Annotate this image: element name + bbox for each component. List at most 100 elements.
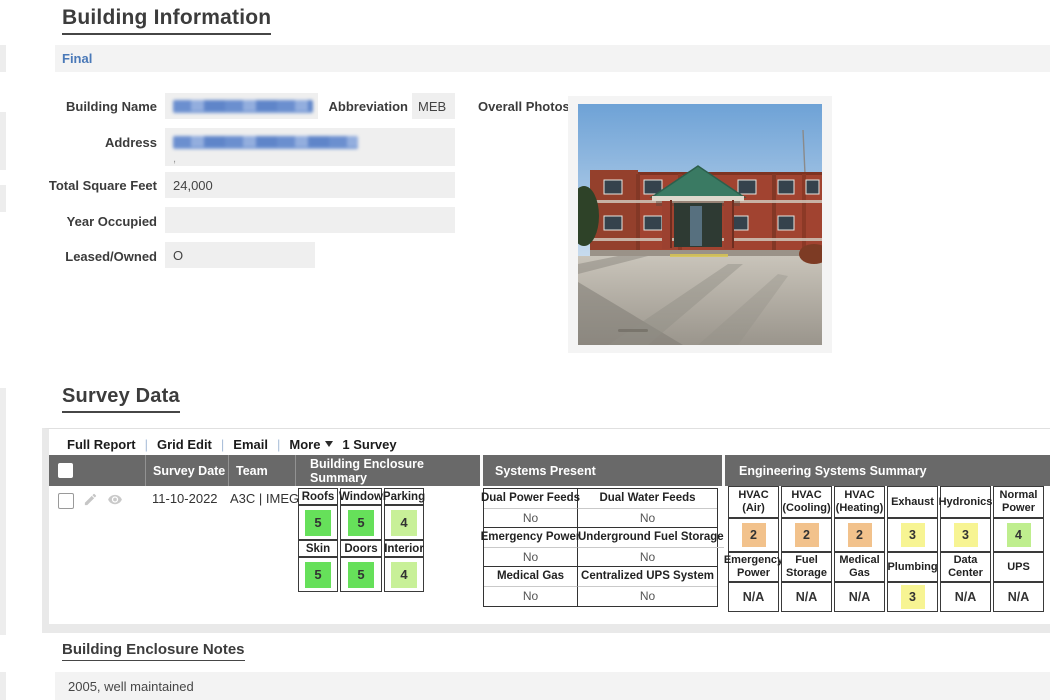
status-bar: Final: [55, 45, 1050, 72]
total-square-feet-field[interactable]: 24,000: [165, 172, 455, 198]
engineering-value-cell: N/A: [834, 582, 885, 612]
address-field[interactable]: ,: [165, 128, 455, 166]
system-label: Emergency Power: [484, 528, 578, 548]
system-value: No: [484, 548, 578, 568]
engineering-header: Normal Power: [993, 486, 1044, 518]
survey-data-heading[interactable]: Survey Data: [62, 385, 180, 413]
overall-photo-frame: [568, 96, 832, 353]
building-name-field[interactable]: [165, 93, 318, 119]
rating-chip: 5: [348, 510, 374, 536]
rating-chip: N/A: [794, 585, 820, 609]
view-icon[interactable]: [107, 492, 123, 512]
engineering-header: Hydronics: [940, 486, 991, 518]
building-name-redacted-text: [173, 100, 313, 113]
grid-edit-button[interactable]: Grid Edit: [157, 437, 212, 452]
engineering-header: Data Center: [940, 552, 991, 582]
enclosure-header: Interior: [384, 540, 424, 557]
engineering-systems-summary-table: HVAC (Air) HVAC (Cooling) HVAC (Heating)…: [728, 486, 1044, 612]
rating-chip: 5: [305, 562, 331, 588]
building-information-page: Building Information Final Building Name…: [0, 0, 1050, 700]
status-label: Final: [55, 51, 92, 66]
rating-chip: 2: [742, 523, 766, 547]
survey-table-header: Survey Date Team Building Enclosure Summ…: [49, 455, 1050, 486]
enclosure-header: Parking: [384, 488, 424, 505]
building-name-label: Building Name: [20, 99, 157, 114]
address-label: Address: [20, 135, 157, 150]
system-label: Medical Gas: [484, 567, 578, 587]
year-occupied-field[interactable]: [165, 207, 455, 233]
address-line2: ,: [173, 153, 358, 165]
rating-chip: 5: [305, 510, 331, 536]
enclosure-header: Roofs: [298, 488, 338, 505]
system-value: No: [484, 587, 578, 607]
engineering-value-cell: N/A: [993, 582, 1044, 612]
enclosure-value-cell: 5: [340, 505, 382, 540]
system-value: No: [578, 587, 717, 607]
system-value: No: [484, 509, 578, 529]
abbreviation-field[interactable]: MEB: [412, 93, 455, 119]
edit-icon[interactable]: [83, 492, 98, 512]
address-redacted-text: [173, 136, 358, 149]
total-square-feet-value: 24,000: [173, 178, 213, 193]
total-square-feet-label: Total Square Feet: [20, 178, 157, 193]
rating-chip: 4: [391, 562, 417, 588]
system-value: No: [578, 509, 717, 529]
row-checkbox[interactable]: [58, 493, 74, 509]
enclosure-value-cell: 5: [298, 505, 338, 540]
rating-chip: 2: [795, 523, 819, 547]
col-header-systems-present: Systems Present: [480, 455, 722, 486]
building-photo[interactable]: [578, 104, 822, 345]
survey-count-label: 1 Survey: [342, 437, 396, 452]
building-enclosure-summary-table: Roofs Window Parking 5 5 4 Skin Doors In…: [298, 488, 424, 592]
enclosure-header: Window: [340, 488, 382, 505]
abbreviation-label: Abbreviation: [300, 99, 408, 114]
system-label: Dual Water Feeds: [578, 489, 717, 509]
engineering-header: Medical Gas: [834, 552, 885, 582]
engineering-value-cell: N/A: [781, 582, 832, 612]
building-information-heading[interactable]: Building Information: [62, 6, 271, 35]
more-button-label: More: [289, 437, 320, 452]
system-value: No: [578, 548, 717, 568]
engineering-value-cell: N/A: [940, 582, 991, 612]
more-button[interactable]: More: [289, 437, 333, 452]
abbreviation-value: MEB: [418, 99, 446, 114]
select-all-checkbox[interactable]: [58, 463, 73, 478]
engineering-value-cell: N/A: [728, 582, 779, 612]
survey-toolbar: Full Report | Grid Edit | Email | More 1…: [67, 434, 397, 454]
rating-chip: 3: [901, 523, 925, 547]
notes-text: 2005, well maintained: [55, 679, 194, 694]
enclosure-header: Skin: [298, 540, 338, 557]
enclosure-value-cell: 5: [298, 557, 338, 592]
rating-chip: N/A: [741, 585, 767, 609]
col-header-engineering-systems-summary: Engineering Systems Summary: [722, 455, 1050, 486]
enclosure-value-cell: 4: [384, 557, 424, 592]
chevron-down-icon: [325, 441, 333, 447]
engineering-header: HVAC (Cooling): [781, 486, 832, 518]
building-enclosure-notes-heading[interactable]: Building Enclosure Notes: [62, 641, 245, 661]
rating-chip: 4: [391, 510, 417, 536]
engineering-value-cell: 3: [940, 518, 991, 552]
email-button[interactable]: Email: [233, 437, 268, 452]
engineering-header: Exhaust: [887, 486, 938, 518]
rating-chip: N/A: [1006, 585, 1032, 609]
page-edge-artifact: [0, 672, 6, 700]
engineering-value-cell: 3: [887, 582, 938, 612]
engineering-header: Emergency Power: [728, 552, 779, 582]
page-edge-artifact: [0, 45, 6, 72]
enclosure-value-cell: 4: [384, 505, 424, 540]
rating-chip: 2: [848, 523, 872, 547]
toolbar-separator: |: [145, 437, 148, 452]
notes-bar: 2005, well maintained: [55, 672, 1050, 700]
col-header-survey-date: Survey Date: [145, 455, 228, 486]
page-edge-artifact: [0, 112, 6, 170]
system-label: Centralized UPS System: [578, 567, 717, 587]
enclosure-header: Doors: [340, 540, 382, 557]
engineering-value-cell: 2: [728, 518, 779, 552]
leased-owned-value: O: [173, 248, 183, 263]
col-header-building-enclosure-summary: Building Enclosure Summary: [295, 455, 480, 486]
full-report-button[interactable]: Full Report: [67, 437, 136, 452]
team-cell: A3C | IMEG: [230, 491, 299, 506]
engineering-header: HVAC (Air): [728, 486, 779, 518]
leased-owned-field[interactable]: O: [165, 242, 315, 268]
rating-chip: 3: [954, 523, 978, 547]
